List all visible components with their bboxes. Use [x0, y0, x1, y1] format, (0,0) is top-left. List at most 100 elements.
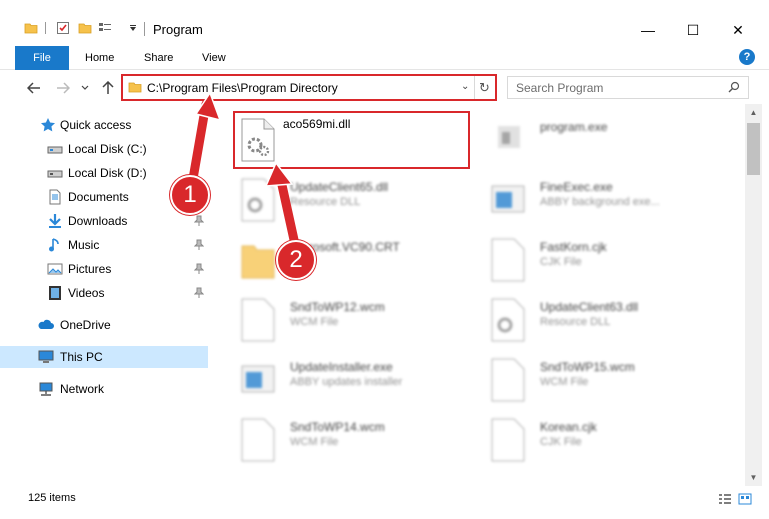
file-name: SndToWP12.wcm [290, 300, 385, 314]
documents-icon [49, 189, 61, 205]
file-item[interactable]: FineExec.exe ABBY background exe... [484, 172, 724, 228]
tab-view[interactable]: View [202, 46, 226, 70]
network-icon [39, 382, 53, 396]
minimize-button[interactable]: — [625, 16, 671, 44]
computer-icon [38, 350, 54, 363]
customize-quick-access-icon[interactable] [128, 21, 138, 35]
tab-home[interactable]: Home [85, 46, 114, 70]
file-description: CJK File [540, 256, 582, 268]
properties-icon[interactable] [56, 21, 70, 35]
file-item[interactable]: SndToWP15.wcm WCM File [484, 352, 724, 408]
search-icon[interactable] [728, 81, 740, 93]
view-options-icon[interactable] [98, 21, 112, 35]
recent-locations-button[interactable] [78, 78, 92, 98]
sidebar-item-label: Music [68, 238, 100, 252]
maximize-button[interactable]: ☐ [670, 16, 716, 44]
file-name: FineExec.exe [540, 180, 613, 194]
folder-icon[interactable] [24, 21, 38, 35]
tab-share[interactable]: Share [144, 46, 173, 70]
chevron-down-icon[interactable]: ⌄ [461, 81, 469, 92]
up-arrow-icon [102, 81, 114, 94]
file-item[interactable]: UpdateClient63.dll Resource DLL [484, 292, 724, 348]
item-count: 125 items [28, 492, 76, 504]
file-description: CJK File [540, 436, 582, 448]
file-item[interactable]: UpdateInstaller.exe ABBY updates install… [234, 352, 474, 408]
forward-button[interactable] [53, 78, 73, 98]
sidebar-item-music[interactable]: Music [0, 234, 208, 256]
exe-file-icon [241, 365, 275, 393]
file-description: WCM File [540, 376, 589, 388]
file-description: ABBY updates installer [290, 376, 403, 388]
step-2-badge: 2 [276, 240, 316, 280]
exe-file-icon [498, 126, 520, 148]
generic-file-icon [491, 418, 525, 462]
file-name: UpdateInstaller.exe [290, 360, 393, 374]
generic-file-icon [491, 238, 525, 282]
file-item[interactable]: program.exe [484, 112, 724, 168]
dll-file-icon [241, 178, 275, 222]
scroll-thumb[interactable] [747, 123, 760, 175]
scroll-down-button[interactable]: ▼ [745, 469, 762, 486]
large-icons-view-icon[interactable] [738, 493, 752, 505]
file-item[interactable]: Korean.cjk CJK File [484, 412, 724, 468]
sidebar-item-onedrive[interactable]: OneDrive [0, 314, 208, 336]
sidebar-item-label: Quick access [60, 118, 132, 132]
sidebar-item-downloads[interactable]: Downloads [0, 210, 208, 232]
sidebar-item-pictures[interactable]: Pictures [0, 258, 208, 280]
refresh-button[interactable]: ↻ [474, 76, 494, 99]
vertical-scrollbar[interactable]: ▲ ▼ [745, 104, 762, 486]
generic-file-icon [241, 418, 275, 462]
status-bar: 125 items [0, 488, 769, 510]
file-item[interactable]: Microsoft.VC90.CRT [234, 232, 474, 288]
sidebar-item-videos[interactable]: Videos [0, 282, 208, 304]
search-input[interactable]: Search Program [507, 76, 749, 99]
help-button[interactable]: ? [739, 49, 755, 65]
file-item[interactable]: FastKorn.cjk CJK File [484, 232, 724, 288]
up-button[interactable] [98, 78, 118, 98]
sidebar-item-local-disk-c[interactable]: Local Disk (C:) [0, 138, 208, 160]
file-name: program.exe [540, 120, 608, 134]
ribbon-bar [0, 46, 769, 70]
title-bar: Program — ☐ ✕ [0, 0, 769, 46]
file-description: Resource DLL [290, 196, 361, 208]
file-name: UpdateClient65.dll [290, 180, 389, 194]
chevron-down-icon [81, 85, 89, 90]
close-button[interactable]: ✕ [715, 16, 761, 44]
address-bar-highlight: C:\Program Files\Program Directory ⌄ ↻ [121, 74, 497, 101]
new-folder-icon[interactable] [78, 21, 92, 35]
pin-icon[interactable] [194, 239, 204, 251]
file-item[interactable]: SndToWP12.wcm WCM File [234, 292, 474, 348]
generic-file-icon [241, 298, 275, 342]
step-1-badge: 1 [170, 175, 210, 215]
pin-icon[interactable] [194, 215, 204, 227]
file-description: Resource DLL [540, 316, 611, 328]
details-view-icon[interactable] [718, 493, 732, 505]
sidebar-item-quick-access[interactable]: Quick access [0, 114, 208, 136]
separator [144, 22, 145, 36]
videos-icon [49, 286, 61, 300]
window-title: Program [153, 22, 203, 37]
file-item[interactable]: UpdateClient65.dll Resource DLL [234, 172, 474, 228]
pin-icon[interactable] [194, 263, 204, 275]
sidebar-item-label: This PC [60, 350, 103, 364]
file-highlight-box [233, 111, 470, 169]
dll-file-icon [491, 298, 525, 342]
pin-icon[interactable] [194, 287, 204, 299]
forward-arrow-icon [57, 82, 70, 94]
sidebar-item-label: Network [60, 382, 105, 396]
sidebar-item-network[interactable]: Network [0, 378, 208, 400]
file-item[interactable]: SndToWP14.wcm WCM File [234, 412, 474, 468]
tab-file[interactable]: File [15, 46, 69, 70]
sidebar-item-label: Downloads [68, 214, 128, 228]
exe-file-icon [491, 185, 525, 213]
sidebar-item-this-pc[interactable]: This PC [0, 346, 208, 368]
file-name: UpdateClient63.dll [540, 300, 639, 314]
back-button[interactable] [24, 78, 44, 98]
file-description: WCM File [290, 436, 339, 448]
sidebar-item-label: OneDrive [60, 318, 111, 332]
address-path[interactable]: C:\Program Files\Program Directory [147, 81, 338, 95]
address-bar[interactable]: C:\Program Files\Program Directory ⌄ [125, 78, 473, 97]
music-icon [49, 238, 59, 252]
scroll-up-button[interactable]: ▲ [745, 104, 762, 121]
download-icon [49, 214, 61, 228]
